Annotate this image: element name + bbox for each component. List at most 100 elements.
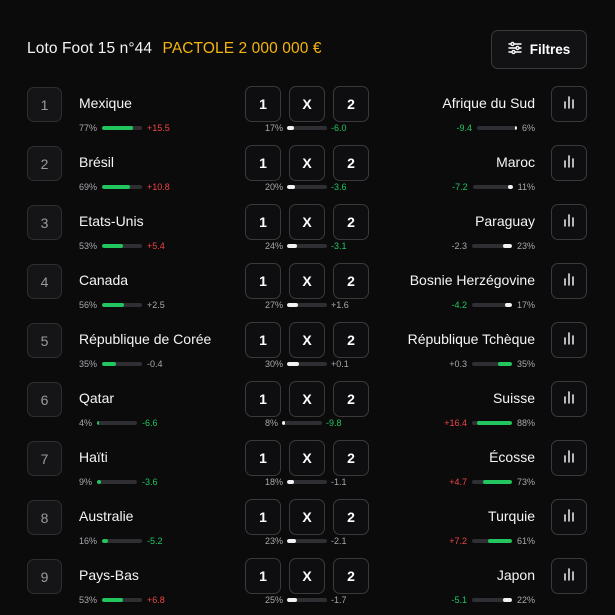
match-number: 4 [27,264,62,299]
away-percent-bar [472,185,513,189]
match-number: 5 [27,323,62,358]
pick-draw-button[interactable]: X [289,499,325,535]
pick-draw-button[interactable]: X [289,381,325,417]
home-percent: 9% [79,477,93,487]
home-stats: 53% +6.8 [79,594,165,606]
home-stats: 16% -5.2 [79,535,163,547]
draw-percent: 24% [265,241,284,251]
draw-delta: -3.1 [331,241,347,251]
away-team-name: Afrique du Sud [442,95,535,111]
home-team-name: Brésil [79,154,115,170]
pick-draw-button[interactable]: X [289,440,325,476]
match-stats-button[interactable] [551,145,587,181]
home-delta: +10.8 [147,182,170,192]
away-team-name: Turquie [488,508,535,524]
draw-percent-bar [287,480,328,484]
pick-home-button[interactable]: 1 [245,204,281,240]
match-stats-button[interactable] [551,263,587,299]
pick-home-button[interactable]: 1 [245,322,281,358]
match-stats-button[interactable] [551,381,587,417]
match-stats-button[interactable] [551,322,587,358]
pick-draw-button[interactable]: X [289,204,325,240]
away-percent-bar [471,480,512,484]
match-row: 4 Canada 56% +2.5 1 X 2 27% +1.6 Bosnie … [27,263,587,311]
home-percent-bar [102,539,143,543]
home-percent: 16% [79,536,98,546]
pick-home-button[interactable]: 1 [245,499,281,535]
pick-away-button[interactable]: 2 [333,322,369,358]
draw-stats: 18% -1.1 [265,476,347,488]
pick-away-button[interactable]: 2 [333,145,369,181]
home-stats: 56% +2.5 [79,299,165,311]
pick-away-button[interactable]: 2 [333,499,369,535]
pick-home-button[interactable]: 1 [245,86,281,122]
pick-away-button[interactable]: 2 [333,381,369,417]
match-stats-button[interactable] [551,86,587,122]
away-percent: 88% [516,418,535,428]
match-stats-button[interactable] [551,499,587,535]
pick-away-button[interactable]: 2 [333,558,369,594]
away-stats: -9.4 6% [456,122,535,134]
match-stats-button[interactable] [551,558,587,594]
match-number: 9 [27,559,62,594]
bar-chart-icon [562,508,576,527]
match-number: 7 [27,441,62,476]
jackpot-amount: PACTOLE 2 000 000 € [162,40,322,57]
draw-delta: -6.0 [331,123,347,133]
away-percent: 17% [516,300,535,310]
draw-percent-bar [287,539,328,543]
away-percent-bar [471,244,512,248]
draw-stats: 17% -6.0 [265,122,347,134]
pick-away-button[interactable]: 2 [333,86,369,122]
draw-percent: 8% [265,418,279,428]
away-stats: +0.3 35% [449,358,535,370]
match-number: 1 [27,87,62,122]
away-stats: -2.3 23% [451,240,535,252]
draw-percent: 25% [265,595,284,605]
pick-draw-button[interactable]: X [289,322,325,358]
home-percent-bar [102,185,143,189]
pick-draw-button[interactable]: X [289,263,325,299]
draw-stats: 25% -1.7 [265,594,347,606]
home-stats: 69% +10.8 [79,181,170,193]
pick-draw-button[interactable]: X [289,145,325,181]
pick-home-button[interactable]: 1 [245,263,281,299]
away-percent-bar [471,362,512,366]
home-stats: 53% +5.4 [79,240,165,252]
pick-draw-button[interactable]: X [289,558,325,594]
pick-draw-button[interactable]: X [289,86,325,122]
away-stats: -5.1 22% [451,594,535,606]
home-delta: +2.5 [147,300,165,310]
home-percent-bar [102,244,143,248]
draw-percent-bar [287,244,328,248]
draw-stats: 27% +1.6 [265,299,349,311]
pick-home-button[interactable]: 1 [245,381,281,417]
away-percent: 61% [516,536,535,546]
draw-percent-bar [287,303,328,307]
draw-percent-bar [287,362,328,366]
away-team-name: Suisse [492,390,535,406]
match-row: 7 Haïti 9% -3.6 1 X 2 18% -1.1 Écosse +4… [27,440,587,488]
draw-percent-bar [287,126,328,130]
match-stats-button[interactable] [551,204,587,240]
bar-chart-icon [562,272,576,291]
match-stats-button[interactable] [551,440,587,476]
away-percent-bar [471,303,512,307]
away-team-name: Paraguay [475,213,535,229]
pick-home-button[interactable]: 1 [245,145,281,181]
draw-percent-bar [287,185,328,189]
away-delta: +4.7 [449,477,467,487]
pick-away-button[interactable]: 2 [333,263,369,299]
away-delta: -9.4 [456,123,472,133]
away-delta: -7.2 [452,182,468,192]
home-team-name: Pays-Bas [79,567,139,583]
bar-chart-icon [562,567,576,586]
pick-away-button[interactable]: 2 [333,440,369,476]
filters-button[interactable]: Filtres [491,30,587,69]
away-delta: -5.1 [451,595,467,605]
page-title: Loto Foot 15 n°44 PACTOLE 2 000 000 € [27,40,322,58]
pick-home-button[interactable]: 1 [245,440,281,476]
bar-chart-icon [562,390,576,409]
pick-away-button[interactable]: 2 [333,204,369,240]
pick-home-button[interactable]: 1 [245,558,281,594]
